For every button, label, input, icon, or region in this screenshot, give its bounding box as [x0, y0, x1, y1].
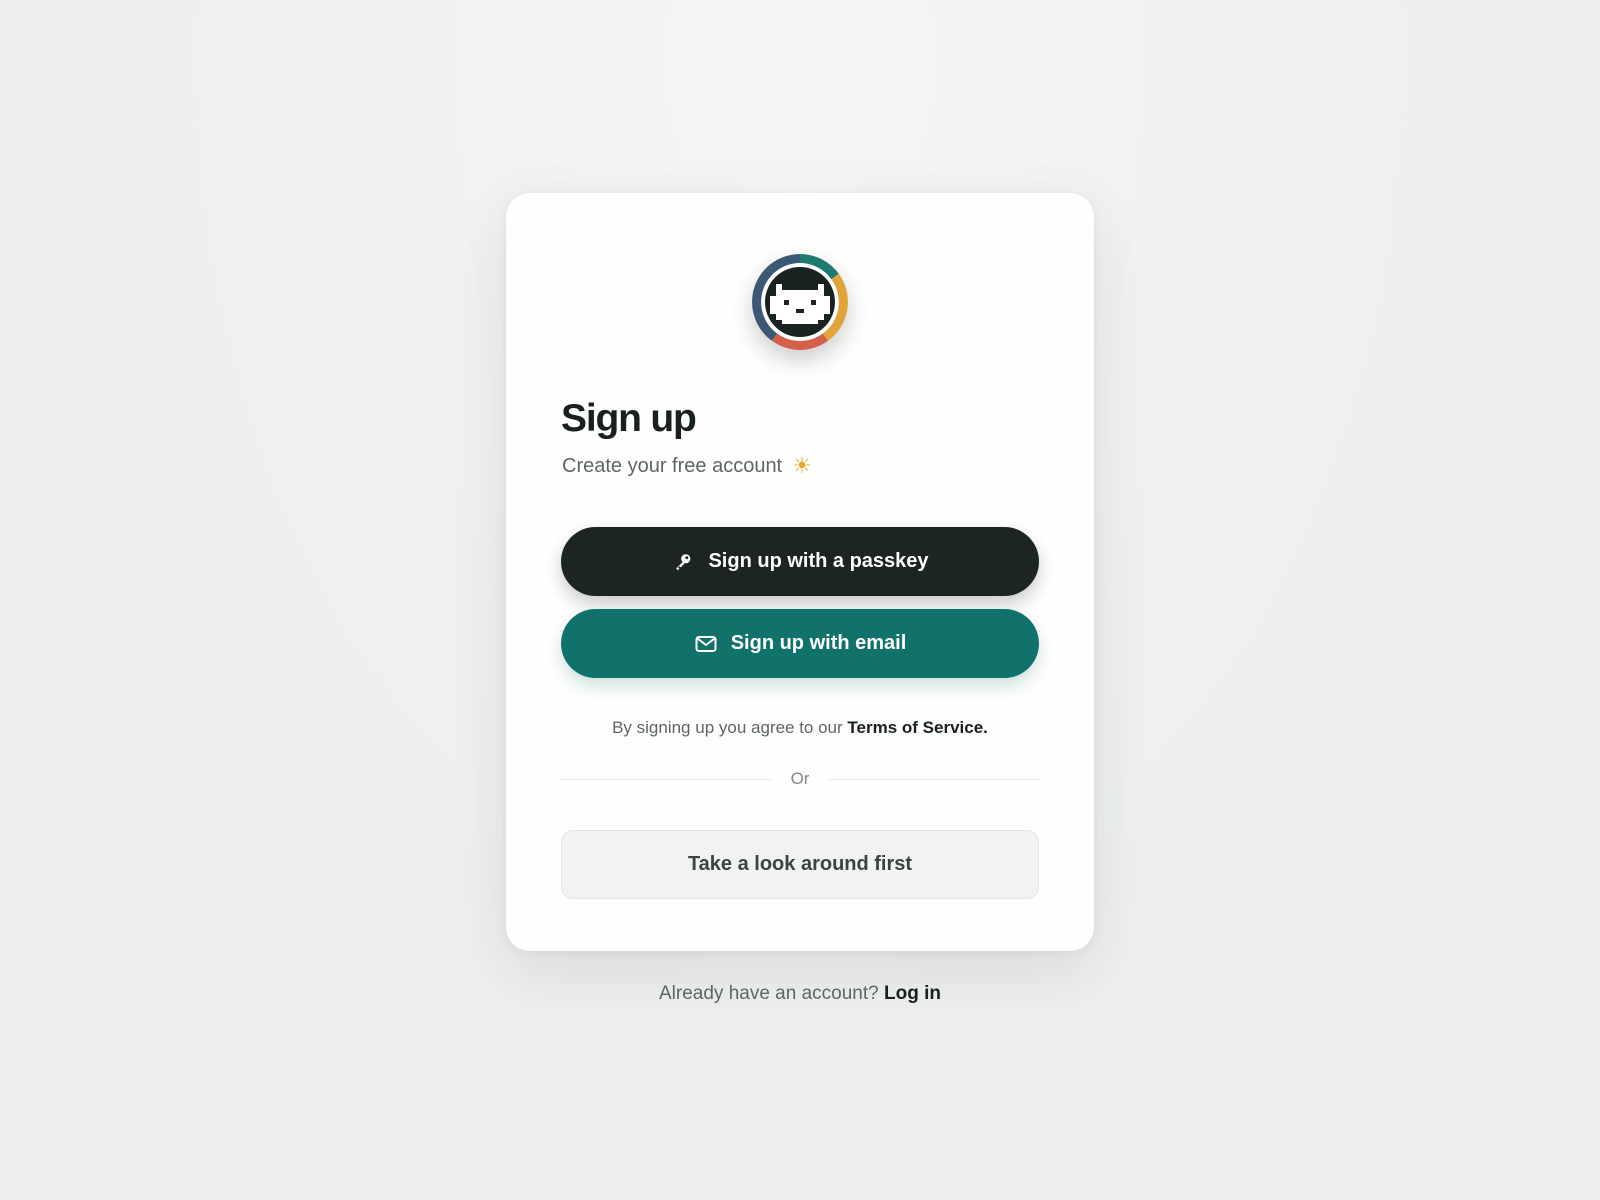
signup-passkey-button[interactable]: Sign up with a passkey [561, 527, 1039, 596]
divider-label: Or [790, 769, 810, 788]
signup-card: Sign up Create your free account ☀ Sign … [506, 193, 1094, 951]
terms-notice: By signing up you agree to our Terms of … [506, 717, 1094, 739]
page-title: Sign up [561, 397, 697, 440]
mail-icon [694, 632, 718, 656]
signup-passkey-label: Sign up with a passkey [708, 550, 929, 572]
login-prompt-text: Already have an account? [659, 983, 879, 1004]
divider-line-left [561, 778, 771, 780]
or-divider: Or [561, 769, 1040, 789]
signup-email-button[interactable]: Sign up with email [561, 609, 1039, 678]
signup-email-label: Sign up with email [730, 632, 907, 654]
login-link[interactable]: Log in [884, 983, 941, 1004]
subtitle-text: Create your free account [562, 455, 783, 477]
look-around-button[interactable]: Take a look around first [561, 830, 1039, 899]
sun-icon: ☀ [792, 453, 812, 478]
key-icon [671, 550, 695, 574]
page-subtitle: Create your free account ☀ [562, 453, 812, 479]
terms-prefix: By signing up you agree to our [612, 718, 843, 737]
terms-of-service-link[interactable]: Terms of Service. [847, 718, 987, 737]
pixel-cat-avatar-icon [752, 254, 848, 350]
login-prompt: Already have an account? Log in [0, 982, 1600, 1006]
divider-line-right [829, 778, 1040, 780]
